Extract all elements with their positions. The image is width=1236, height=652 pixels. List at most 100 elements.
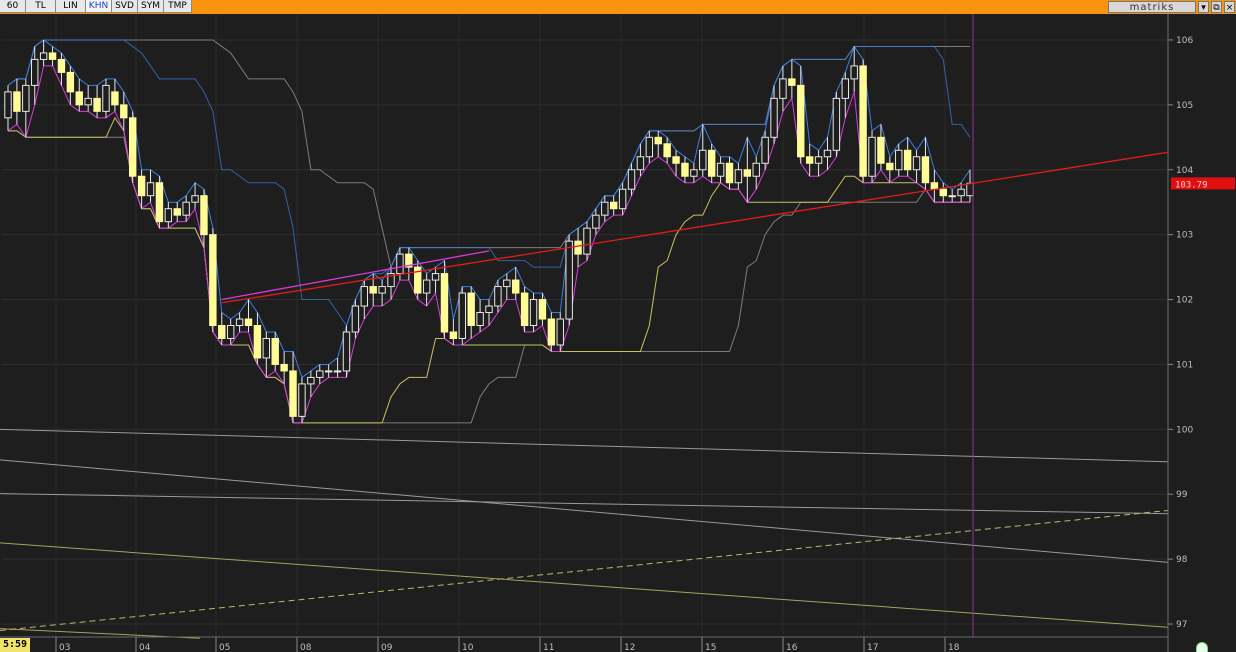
- candle-body: [716, 162, 725, 177]
- long-term-line: [0, 428, 1169, 463]
- candle-body: [565, 240, 573, 320]
- y-tick-label: 106: [1176, 36, 1193, 46]
- candle-body: [520, 292, 529, 327]
- candle-body: [850, 65, 858, 80]
- close-icon[interactable]: ×: [1224, 1, 1235, 13]
- candle-body: [209, 234, 217, 326]
- candle-body: [111, 91, 119, 106]
- dropdown-icon[interactable]: ▾: [1198, 1, 1209, 13]
- candle-body: [690, 169, 698, 177]
- candle-body: [618, 188, 627, 210]
- candle-body: [137, 175, 146, 197]
- candle-body: [761, 136, 769, 164]
- candle-body: [503, 279, 511, 288]
- candle-body: [654, 136, 662, 145]
- candle-body: [841, 78, 850, 99]
- toolbar-button-tmp[interactable]: TMP: [164, 0, 192, 13]
- trend-lines: [221, 14, 1169, 637]
- toolbar-button-svd[interactable]: SVD: [112, 0, 138, 13]
- toolbar-button-tl[interactable]: TL: [26, 0, 56, 13]
- candle-body: [868, 136, 876, 177]
- candle-body: [182, 201, 190, 216]
- candle-body: [75, 91, 83, 106]
- candle-body: [592, 214, 600, 229]
- y-tick-label: 98: [1176, 555, 1188, 565]
- x-tick-label: 16: [786, 643, 798, 652]
- candle-body: [39, 52, 48, 60]
- candle-body: [645, 136, 654, 158]
- candle-body: [57, 58, 66, 73]
- last-price-badge: 103.79: [1171, 177, 1235, 190]
- candle-body: [360, 286, 369, 307]
- channel-lower-line: [8, 130, 970, 424]
- candle-body: [877, 136, 885, 164]
- candle-body: [449, 331, 458, 339]
- y-axis: 97 98 99 100 101 102 103 104 105 106: [1167, 14, 1193, 652]
- y-tick-label: 101: [1176, 360, 1193, 370]
- candle-body: [218, 325, 226, 339]
- candle-body: [966, 182, 974, 197]
- x-tick-label: 05: [219, 643, 230, 652]
- candle-body: [627, 169, 636, 190]
- candle-body: [84, 97, 92, 106]
- candle-body: [458, 292, 466, 339]
- candle-body: [280, 363, 288, 372]
- long-term-line: [0, 542, 1169, 628]
- candle-body: [734, 169, 743, 184]
- candle-body: [743, 169, 752, 177]
- candle-body: [128, 117, 137, 177]
- chart-grid: [2, 14, 1168, 637]
- dashed-trend-line: [0, 509, 1169, 632]
- toolbar-button-sym[interactable]: SYM: [138, 0, 164, 13]
- restore-icon[interactable]: ⧉: [1211, 1, 1222, 13]
- candle-body: [663, 143, 671, 158]
- x-tick-label: 03: [59, 643, 70, 652]
- candle-body: [823, 149, 832, 158]
- candle-body: [699, 149, 707, 171]
- candle-body: [200, 195, 208, 236]
- candle-body: [476, 312, 484, 327]
- candle-body: [832, 97, 841, 151]
- candle-body: [235, 318, 244, 326]
- candle-body: [681, 162, 689, 177]
- candle-body: [512, 279, 520, 294]
- candle-body: [609, 201, 618, 210]
- candle-body: [298, 383, 306, 417]
- candle-body: [903, 149, 912, 171]
- x-tick-label: 17: [867, 643, 878, 652]
- candle-body: [120, 104, 128, 119]
- x-tick-label: 15: [705, 643, 716, 652]
- candle-body: [4, 91, 12, 119]
- scroll-icon[interactable]: [1196, 642, 1208, 652]
- candle-body: [529, 299, 538, 326]
- candle-body: [316, 370, 324, 378]
- candle-body: [262, 337, 271, 359]
- candle-body: [707, 149, 716, 177]
- x-tick-label: 04: [139, 643, 151, 652]
- toolbar-button-khn[interactable]: KHN: [86, 0, 112, 13]
- toolbar-button-lin[interactable]: LIN: [56, 0, 86, 13]
- candle-body: [788, 78, 796, 86]
- time-label: 5:59: [0, 638, 30, 652]
- candle-body: [467, 292, 475, 327]
- y-tick-label: 103: [1176, 231, 1193, 241]
- candle-body: [164, 208, 173, 223]
- y-tick-label: 100: [1176, 425, 1193, 435]
- candle-body: [333, 370, 342, 373]
- candle-body: [378, 286, 386, 294]
- candle-body: [422, 279, 431, 294]
- candle-body: [939, 188, 947, 197]
- candle-body: [886, 162, 894, 171]
- candle-body: [583, 227, 591, 255]
- candle-body: [494, 286, 502, 307]
- candle-body: [752, 162, 760, 177]
- candle-body: [948, 195, 956, 198]
- candle-body: [814, 156, 823, 164]
- x-tick-label: 08: [300, 643, 312, 652]
- toolbar-button-60[interactable]: 60: [0, 0, 26, 13]
- candle-body: [226, 325, 235, 339]
- candle-body: [797, 84, 805, 158]
- price-chart[interactable]: 97 98 99 100 101 102 103 104 105 106 03 04 05 08 09 10…: [0, 14, 1236, 652]
- candle-body: [779, 78, 787, 99]
- candle-body: [244, 318, 253, 326]
